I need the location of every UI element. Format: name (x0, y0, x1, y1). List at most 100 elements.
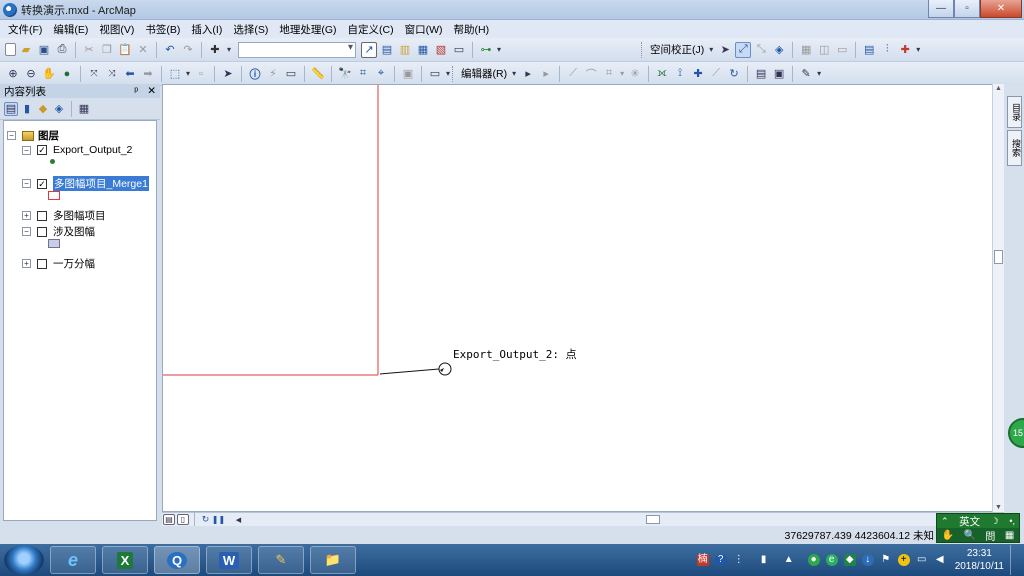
show-hidden-icons[interactable]: ▲ (783, 554, 795, 566)
new-limited-adjust-area-icon[interactable]: ▭ (834, 42, 850, 58)
edit-tool-icon[interactable]: ▸ (520, 66, 536, 82)
map-label-text[interactable]: Export_Output_2: 点 (453, 346, 577, 362)
layer-name[interactable]: 涉及图幅 (53, 224, 95, 239)
split-tool-icon[interactable]: ⟋ (708, 66, 724, 82)
reshape-feature-icon[interactable]: ⟟ (672, 66, 688, 82)
ime-ask-icon[interactable]: 問 (985, 528, 995, 543)
list-by-visibility-icon[interactable]: ◆ (36, 102, 50, 116)
polygon-outline-symbol[interactable] (48, 191, 60, 200)
attribute-transfer-icon[interactable]: ✚ (897, 42, 913, 58)
layer-name[interactable]: 多图幅项目_Merge1 (53, 176, 149, 191)
create-viewer-window-icon[interactable]: ▭ (427, 66, 443, 82)
toolbar-options-icon-3[interactable]: ▾ (816, 66, 822, 82)
network-tray-icon[interactable]: e (825, 554, 838, 566)
taskbar-excel[interactable]: X (102, 546, 148, 574)
taskbar-explorer[interactable]: 📁 (310, 546, 356, 574)
undo-icon[interactable]: ↶ (162, 42, 178, 58)
ime-grid-icon[interactable]: ▦ (1005, 530, 1014, 541)
horizontal-scroll-thumb[interactable] (646, 515, 660, 524)
toolbar-grip[interactable] (641, 41, 644, 58)
edge-match-icon[interactable]: ⫶ (879, 42, 895, 58)
go-back-icon[interactable]: ⬅ (122, 66, 138, 82)
toc-layer-row[interactable]: − ✓ Export_Output_2 (22, 144, 132, 156)
collapse-icon[interactable]: − (22, 227, 31, 236)
scroll-down-icon[interactable]: ▼ (995, 504, 1002, 511)
menu-help[interactable]: 帮助(H) (454, 22, 490, 37)
download-tray-icon[interactable]: ↓ (861, 554, 874, 566)
close-button[interactable]: ✕ (980, 0, 1022, 18)
hyperlink-icon[interactable]: ⚡ (265, 66, 281, 82)
modify-link-icon[interactable]: ⤡ (753, 42, 769, 58)
catalog-window-icon[interactable]: ▥ (397, 42, 413, 58)
toc-layer-row[interactable]: + 一万分幅 (22, 256, 95, 271)
menu-edit[interactable]: 编辑(E) (53, 22, 88, 37)
taskbar-word[interactable]: W (206, 546, 252, 574)
cut-icon[interactable]: ✂ (81, 42, 97, 58)
collapse-icon[interactable]: − (22, 145, 31, 155)
attribute-table-icon[interactable]: ▤ (861, 42, 877, 58)
layer-visibility-checkbox[interactable] (37, 210, 47, 221)
add-data-dropdown-icon[interactable]: ▾ (225, 42, 233, 58)
select-elements-tool-icon[interactable]: ➤ (220, 66, 236, 82)
toc-root-row[interactable]: − 图层 (7, 128, 59, 143)
select-features-icon[interactable]: ⬚ (167, 66, 183, 82)
sketch-properties-icon[interactable]: ▣ (771, 66, 787, 82)
toc-close-icon[interactable]: ✕ (147, 85, 156, 97)
search-tab[interactable]: 搜索 (1007, 130, 1022, 166)
volume-tray-icon[interactable]: ◀ (934, 554, 946, 566)
polygon-fill-symbol[interactable] (48, 239, 60, 248)
editor-dropdown-icon[interactable]: ▾ (510, 66, 518, 82)
layer-visibility-checkbox[interactable] (37, 226, 47, 237)
taskbar-ie[interactable]: e (50, 546, 96, 574)
toc-layer-row[interactable]: − 涉及图幅 (22, 224, 95, 239)
minimize-button[interactable]: — (928, 0, 954, 18)
list-by-selection-icon[interactable]: ◈ (52, 102, 66, 116)
collapse-icon[interactable]: − (22, 179, 31, 188)
viewer-dropdown-icon[interactable]: ▾ (445, 66, 451, 82)
trace-icon[interactable]: ⌗ (601, 66, 617, 82)
flag-tray-icon[interactable]: ⚑ (880, 554, 892, 566)
arctoolbox-icon[interactable]: ▧ (433, 42, 449, 58)
full-extent-icon[interactable]: ● (59, 66, 75, 82)
data-view-icon[interactable]: ▤ (163, 514, 175, 525)
go-to-xy-icon[interactable]: ⌖ (373, 66, 389, 82)
view-link-table-icon[interactable]: ▦ (798, 42, 814, 58)
ime-collapse-icon[interactable]: ⌃ (941, 516, 949, 527)
construction-dropdown-icon[interactable]: ▾ (619, 66, 625, 82)
ime-tray-icon[interactable]: 楠 (696, 554, 709, 566)
list-by-source-icon[interactable]: ▮ (20, 102, 34, 116)
ime-punctuation-icon[interactable]: •, (1009, 516, 1015, 526)
expand-icon[interactable]: + (22, 211, 31, 220)
layer-visibility-checkbox[interactable] (37, 258, 47, 269)
map-vertical-scrollbar[interactable]: ▲ ▼ (992, 84, 1004, 512)
menu-windows[interactable]: 窗口(W) (405, 22, 443, 37)
python-window-icon[interactable]: ▭ (451, 42, 467, 58)
maximize-button[interactable]: ▫ (954, 0, 980, 18)
taskbar-arcmap[interactable]: Q (154, 546, 200, 574)
map-scale-combo[interactable] (238, 41, 356, 58)
measure-icon[interactable]: 📏 (310, 66, 326, 82)
go-forward-icon[interactable]: ➡ (140, 66, 156, 82)
layer-name[interactable]: 一万分幅 (53, 256, 95, 271)
save-icon[interactable]: ▣ (36, 42, 52, 58)
ime-language-label[interactable]: 英文 (959, 514, 980, 529)
menu-selection[interactable]: 选择(S) (233, 22, 268, 37)
spatial-adjustment-menu[interactable]: 空间校正(J) (650, 42, 704, 57)
html-popup-icon[interactable]: ▭ (283, 66, 299, 82)
clear-selection-icon[interactable]: ▫ (193, 66, 209, 82)
layer-visibility-checkbox[interactable]: ✓ (37, 145, 47, 155)
select-elements-icon[interactable]: ➤ (717, 42, 733, 58)
pin-icon[interactable]: ᵖ (134, 85, 138, 97)
fixed-zoom-in-icon[interactable]: ⤧ (86, 66, 102, 82)
map-display[interactable]: Export_Output_2: 点 (162, 84, 1004, 512)
menu-file[interactable]: 文件(F) (8, 22, 42, 37)
point-symbol[interactable] (50, 159, 55, 164)
toolbar-grip-2[interactable] (452, 65, 455, 82)
menu-bookmarks[interactable]: 书签(B) (145, 22, 180, 37)
catalog-tab[interactable]: 目录 (1007, 96, 1022, 128)
copy-icon[interactable]: ❐ (99, 42, 115, 58)
editor-toolbar-icon[interactable]: ↗ (361, 41, 377, 58)
help-tray-icon[interactable]: ? (714, 554, 727, 566)
time-slider-icon[interactable]: ▣ (400, 66, 416, 82)
multi-displacement-link-icon[interactable]: ◈ (771, 42, 787, 58)
